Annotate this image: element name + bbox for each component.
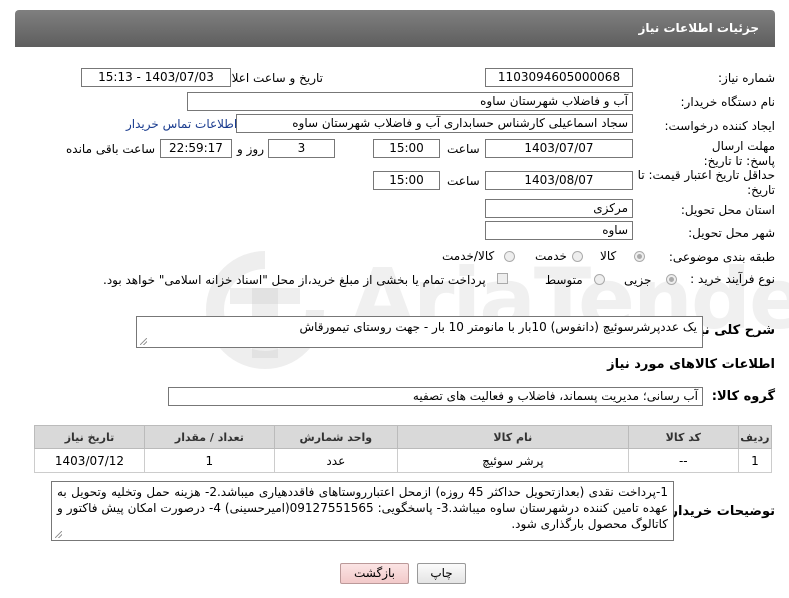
buyer-org-field: آب و فاضلاب شهرستان ساوه [187, 92, 633, 111]
price-validity-label: حداقل تاریخ اعتبار قیمت: تا تاریخ: [637, 168, 775, 197]
price-validity-time-label: ساعت [447, 174, 480, 188]
deadline-date-field: 1403/07/07 [485, 139, 633, 158]
need-description-text: یک عددپرشرسوئیچ (دانفوس) 10بار با مانومت… [299, 320, 697, 334]
cell-goods-code: -- [627, 448, 739, 473]
price-validity-date-field: 1403/08/07 [485, 171, 633, 190]
goods-group-label: گروه کالا: [711, 389, 775, 404]
col-unit: واحد شمارش [273, 425, 398, 449]
cell-need-date: 1403/07/12 [34, 448, 145, 473]
days-label: روز و [237, 142, 264, 156]
province-field: مرکزی [485, 199, 633, 218]
page-title: جزئیات اطلاعات نیاز [638, 21, 759, 35]
city-field: ساوه [485, 221, 633, 240]
days-field: 3 [268, 139, 335, 158]
process-radio-medium[interactable] [594, 274, 605, 285]
remaining-time-label: ساعت باقی مانده [66, 142, 156, 156]
cell-quantity: 1 [144, 448, 275, 473]
watermark: AriaTender.neT [200, 250, 789, 370]
process-type-label: نوع فرآیند خرید : [690, 272, 775, 286]
need-number-field: 1103094605000068 [485, 68, 633, 87]
category-radio-goods[interactable] [634, 251, 645, 262]
requester-label: ایجاد کننده درخواست: [664, 119, 775, 133]
goods-section-title: اطلاعات کالاهای مورد نیاز [607, 357, 775, 372]
resize-grip-icon[interactable] [55, 531, 62, 538]
buyer-notes-text: 1-پرداخت نقدی (بعدازتحویل حداکثر 45 روزه… [57, 485, 668, 531]
cell-goods-name: پرشر سوئیچ [396, 448, 629, 473]
buyer-notes-label: توضیحات خریدار: [665, 504, 775, 519]
treasury-payment-note: پرداخت تمام یا بخشی از مبلغ خرید،از محل … [103, 273, 486, 287]
treasury-checkbox[interactable] [497, 273, 508, 284]
process-radio-minor[interactable] [666, 274, 677, 285]
buyer-notes-textarea: 1-پرداخت نقدی (بعدازتحویل حداکثر 45 روزه… [51, 481, 674, 541]
back-button[interactable]: بازگشت [340, 563, 409, 584]
cell-unit: عدد [273, 448, 398, 473]
province-label: استان محل تحویل: [680, 203, 775, 217]
category-option-goods-service: کالا/خدمت [442, 249, 495, 263]
print-button[interactable]: چاپ [417, 563, 466, 584]
details-header-panel: جزئیات اطلاعات نیاز [15, 10, 775, 47]
category-radio-service[interactable] [572, 251, 583, 262]
buyer-contact-link[interactable]: اطلاعات تماس خریدار [126, 117, 237, 131]
city-label: شهر محل تحویل: [688, 226, 775, 240]
need-number-label: شماره نیاز: [718, 71, 775, 85]
col-need-date: تاریخ نیاز [34, 425, 145, 449]
col-row-number: ردیف [737, 425, 773, 449]
category-radio-goods-service[interactable] [504, 251, 515, 262]
table-row: 1 -- پرشر سوئیچ عدد 1 1403/07/12 [34, 448, 773, 473]
col-goods-code: کد کالا [627, 425, 739, 449]
resize-grip-icon[interactable] [140, 338, 147, 345]
process-option-minor: جزیی [624, 273, 652, 287]
requester-field: سجاد اسماعیلی کارشناس حسابداری آب و فاضل… [236, 114, 633, 133]
price-validity-time-field: 15:00 [373, 171, 440, 190]
deadline-label: مهلت ارسال پاسخ: تا تاریخ: [703, 139, 775, 168]
col-quantity: تعداد / مقدار [144, 425, 275, 449]
category-label: طبقه بندی موضوعی: [668, 250, 775, 264]
watermark-logo-icon [206, 251, 324, 369]
deadline-time-label: ساعت [447, 142, 480, 156]
deadline-time-field: 15:00 [373, 139, 440, 158]
col-goods-name: نام کالا [396, 425, 629, 449]
process-option-medium: متوسط [545, 273, 583, 287]
goods-group-field: آب رسانی؛ مدیریت پسماند، فاضلاب و فعالیت… [168, 387, 703, 406]
remaining-time-field: 22:59:17 [160, 139, 232, 158]
goods-table: ردیف کد کالا نام کالا واحد شمارش تعداد /… [34, 425, 773, 473]
goods-table-header: ردیف کد کالا نام کالا واحد شمارش تعداد /… [34, 425, 773, 449]
category-option-service: خدمت [535, 249, 567, 263]
announce-datetime-field: 1403/07/03 - 15:13 [81, 68, 231, 87]
category-option-goods: کالا [600, 249, 617, 263]
buyer-org-label: نام دستگاه خریدار: [680, 95, 776, 109]
need-description-textarea: یک عددپرشرسوئیچ (دانفوس) 10بار با مانومت… [136, 316, 703, 348]
cell-row-number: 1 [737, 448, 773, 473]
